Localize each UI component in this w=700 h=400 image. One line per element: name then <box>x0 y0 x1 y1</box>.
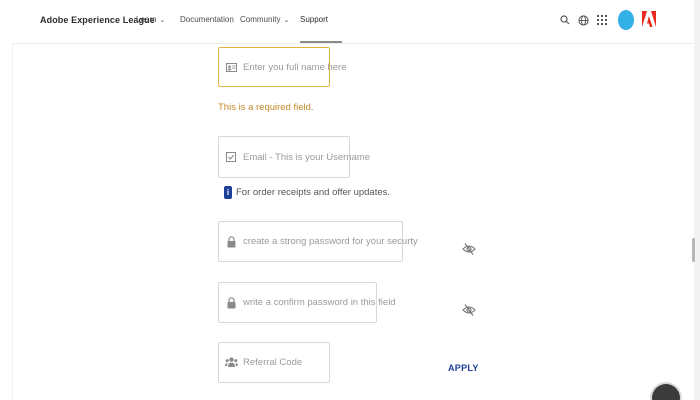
eye-slash-icon[interactable] <box>462 242 476 256</box>
nav-support-label: Support <box>300 15 329 24</box>
email-field[interactable]: Email - This is your Username <box>218 136 370 178</box>
apps-grid-icon[interactable] <box>595 13 609 27</box>
full-name-error-message: This is a required field. <box>218 102 314 113</box>
confirm-password-field[interactable]: write a confirm password in this field <box>218 282 396 323</box>
password-placeholder: create a strong password for your securt… <box>243 236 418 247</box>
full-name-field[interactable]: Enter you full name here <box>218 47 347 87</box>
apply-button[interactable]: APPLY <box>448 363 479 373</box>
nav-community[interactable]: Community ⌄ <box>240 15 289 24</box>
scrollbar-track[interactable] <box>694 0 700 400</box>
nav-support[interactable]: Support <box>300 15 328 24</box>
nav-learn[interactable]: Learn ⌄ <box>136 15 165 24</box>
chevron-down-icon: ⌄ <box>283 16 290 24</box>
nav-community-label: Community <box>240 15 281 24</box>
users-icon <box>224 356 238 370</box>
full-name-placeholder: Enter you full name here <box>243 61 347 73</box>
chevron-down-icon: ⌄ <box>159 16 166 24</box>
lock-icon <box>224 235 238 249</box>
adobe-logo-icon[interactable] <box>642 11 656 27</box>
email-info-text: For order receipts and offer updates. <box>236 187 391 198</box>
password-field[interactable]: create a strong password for your securt… <box>218 221 418 262</box>
email-placeholder: Email - This is your Username <box>243 151 371 163</box>
email-info-note: i For order receipts and offer updates. <box>224 186 390 199</box>
user-avatar[interactable] <box>618 10 634 30</box>
nav-learn-label: Learn <box>136 15 157 24</box>
referral-code-placeholder: Referral Code <box>243 357 303 368</box>
lock-icon <box>224 296 238 310</box>
active-nav-indicator <box>300 41 342 43</box>
referral-code-field[interactable]: Referral Code <box>218 342 330 383</box>
content-left-border <box>12 44 13 400</box>
id-card-icon <box>224 60 238 74</box>
page: Adobe Experience League Learn ⌄ Document… <box>0 0 700 400</box>
scrollbar-thumb[interactable] <box>692 238 695 262</box>
nav-documentation[interactable]: Documentation <box>180 15 234 24</box>
mail-icon <box>224 150 238 164</box>
eye-slash-icon[interactable] <box>462 303 476 317</box>
top-navigation-bar: Adobe Experience League Learn ⌄ Document… <box>12 0 694 44</box>
info-icon: i <box>224 186 232 199</box>
globe-icon[interactable] <box>576 13 590 27</box>
nav-documentation-label: Documentation <box>180 15 234 24</box>
confirm-password-placeholder: write a confirm password in this field <box>243 297 396 308</box>
search-icon[interactable] <box>558 13 572 27</box>
help-chat-button[interactable] <box>652 384 680 400</box>
